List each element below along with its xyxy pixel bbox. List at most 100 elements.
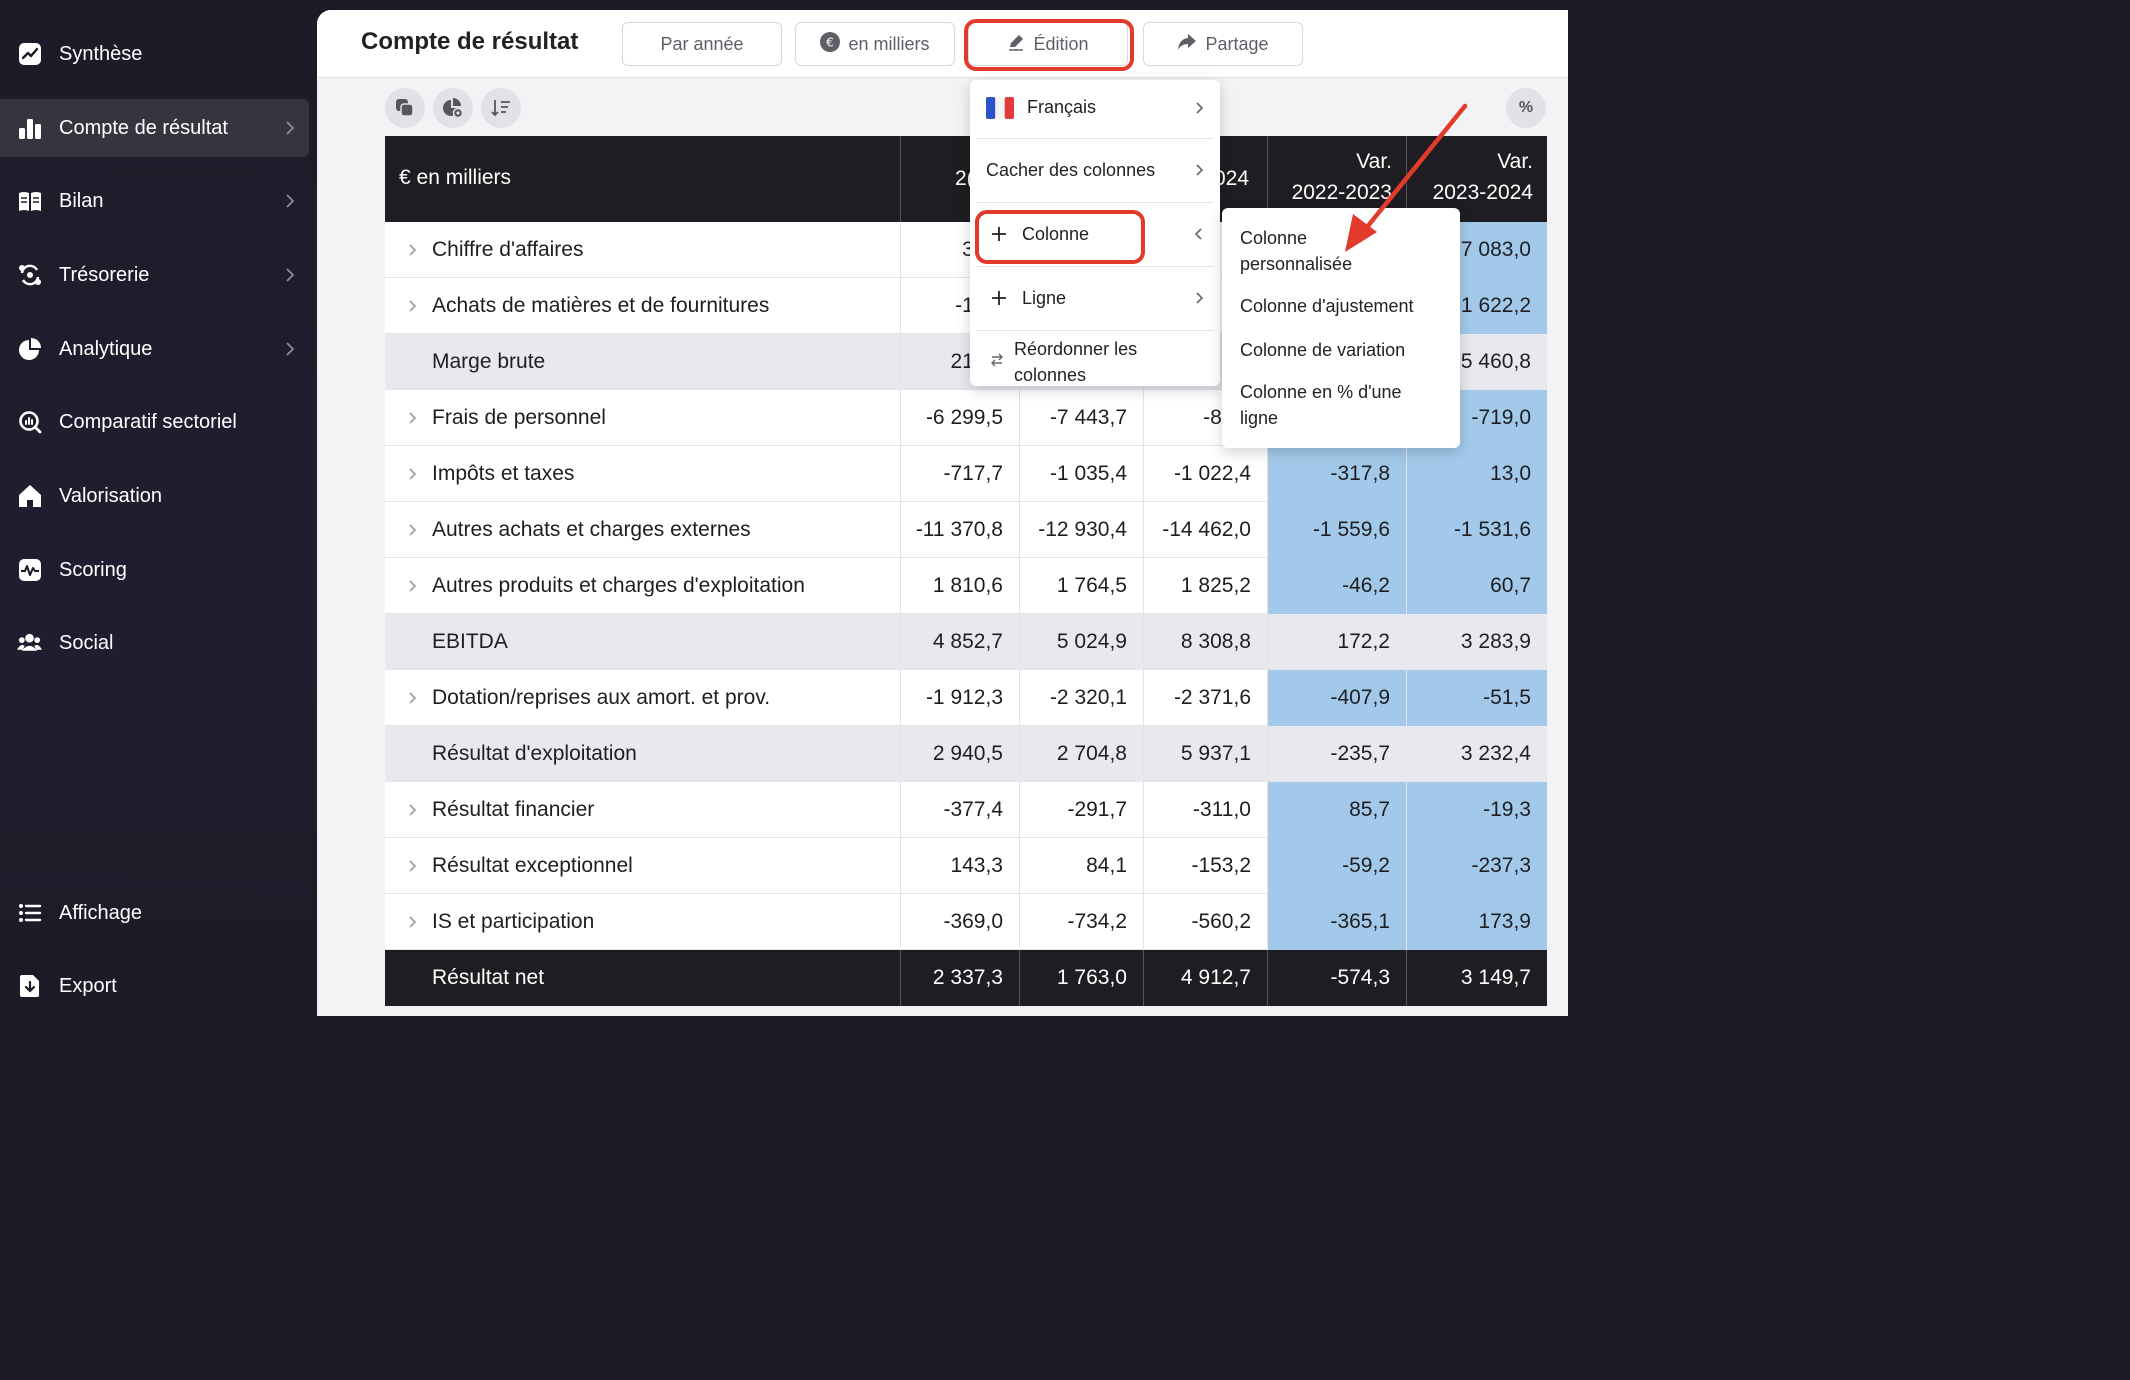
sidebar-item-tresorerie[interactable]: Trésorerie [0, 246, 309, 304]
expand-chevron-icon[interactable] [407, 916, 419, 928]
svg-text:€: € [827, 35, 835, 49]
table-cell: 3 149,7 [1406, 950, 1547, 1006]
row-label: Autres produits et charges d'exploitatio… [432, 574, 805, 597]
percent-toggle-button[interactable]: % [1506, 88, 1546, 128]
table-cell: 13,0 [1406, 446, 1547, 502]
table-row[interactable]: Autres produits et charges d'exploitatio… [385, 558, 1547, 614]
submenu-item-label: Colonne d'ajustement [1240, 296, 1414, 316]
table-cell: -59,2 [1267, 838, 1406, 894]
menu-item-label: Cacher des colonnes [986, 160, 1156, 180]
sort-button[interactable] [481, 88, 521, 128]
share-button[interactable]: Partage [1143, 22, 1303, 66]
book-icon [17, 189, 42, 214]
row-label-cell: Résultat d'exploitation [385, 726, 900, 782]
sidebar-item-export[interactable]: Export [0, 957, 309, 1015]
table-cell: -560,2 [1143, 894, 1267, 950]
submenu-item-percent-column[interactable]: Colonne en % d'une ligne [1240, 379, 1402, 431]
table-row: Résultat d'exploitation 2 940,5 2 704,8 5 9… [385, 726, 1547, 782]
table-cell: 4 852,7 [900, 614, 1019, 670]
table-cell: -291,7 [1019, 782, 1143, 838]
row-label-cell: EBITDA [385, 614, 900, 670]
table-row[interactable]: IS et participation -369,0 -734,2 -560,2 -36… [385, 894, 1547, 950]
row-label: IS et participation [432, 910, 595, 933]
edit-button-highlight [964, 19, 1134, 71]
expand-chevron-icon[interactable] [407, 468, 419, 480]
sort-icon [491, 100, 510, 117]
table-row[interactable]: Autres achats et charges externes -11 370… [385, 502, 1547, 558]
sidebar-item-synthese[interactable]: Synthèse [0, 25, 309, 83]
row-label: Autres achats et charges externes [432, 518, 751, 541]
duplicate-button[interactable] [385, 88, 425, 128]
sidebar-item-comparatif-sectoriel[interactable]: Comparatif sectoriel [0, 393, 309, 451]
table-row[interactable]: Dotation/reprises aux amort. et prov. -1 … [385, 670, 1547, 726]
row-label-cell: Frais de personnel [385, 390, 900, 446]
sidebar-item-label: Comparatif sectoriel [59, 410, 237, 433]
table-row[interactable]: Impôts et taxes -717,7 -1 035,4 -1 022,4 -31… [385, 446, 1547, 502]
table-cell: -153,2 [1143, 838, 1267, 894]
euro-icon: € [820, 31, 841, 57]
table-cell: 3 232,4 [1406, 726, 1547, 782]
sidebar: Synthèse Compte de résultat Bilan Trésor… [0, 0, 317, 1016]
submenu-item-adjustment-column[interactable]: Colonne d'ajustement [1240, 293, 1414, 319]
sidebar-item-compte-de-resultat[interactable]: Compte de résultat [0, 99, 309, 157]
expand-chevron-icon[interactable] [407, 692, 419, 704]
table-cell: 2 337,3 [900, 950, 1019, 1006]
row-label: Résultat d'exploitation [432, 742, 637, 765]
list-icon [17, 901, 42, 926]
expand-chevron-icon[interactable] [407, 524, 419, 536]
expand-chevron-icon[interactable] [407, 412, 419, 424]
table-row[interactable]: Résultat financier -377,4 -291,7 -311,0 85,7… [385, 782, 1547, 838]
sidebar-item-affichage[interactable]: Affichage [0, 884, 309, 942]
table-cell: -51,5 [1406, 670, 1547, 726]
table-cell: 5 937,1 [1143, 726, 1267, 782]
table-row[interactable]: Résultat exceptionnel 143,3 84,1 -153,2 -59,… [385, 838, 1547, 894]
table-cell: -1 531,6 [1406, 502, 1547, 558]
row-label-cell: Résultat net [385, 950, 900, 1006]
chevron-right-icon [286, 268, 295, 282]
row-label: Frais de personnel [432, 406, 606, 429]
table-cell: 5 024,9 [1019, 614, 1143, 670]
table-cell: 2 940,5 [900, 726, 1019, 782]
table-row: Résultat net 2 337,3 1 763,0 4 912,7 -574,3 3… [385, 950, 1547, 1006]
table-cell: 8 308,8 [1143, 614, 1267, 670]
row-label: Résultat net [432, 966, 545, 989]
menu-item-add-row[interactable]: Ligne [970, 267, 1220, 329]
menu-item-language[interactable]: Français [970, 80, 1220, 138]
chevron-right-icon [286, 194, 295, 208]
chart-settings-button[interactable] [433, 88, 473, 128]
main-panel: Compte de résultat Par année € en millie… [317, 10, 1568, 1016]
row-label: Achats de matières et de fournitures [432, 294, 770, 317]
sidebar-item-label: Scoring [59, 558, 127, 581]
table-cell: -1 559,6 [1267, 502, 1406, 558]
expand-chevron-icon[interactable] [407, 300, 419, 312]
sidebar-item-label: Compte de résultat [59, 116, 228, 139]
sidebar-item-social[interactable]: Social [0, 614, 309, 672]
table-cell: 172,2 [1267, 614, 1406, 670]
menu-item-reorder-columns[interactable]: Réordonner les colonnes [970, 331, 1220, 386]
annotation-arrow-icon [1345, 103, 1468, 252]
sidebar-item-label: Trésorerie [59, 263, 150, 286]
sidebar-item-valorisation[interactable]: Valorisation [0, 467, 309, 525]
table-cell: -377,4 [900, 782, 1019, 838]
unit-button[interactable]: € en milliers [795, 22, 955, 66]
expand-chevron-icon[interactable] [407, 860, 419, 872]
sidebar-item-analytique[interactable]: Analytique [0, 320, 309, 378]
chevron-left-icon [1194, 228, 1202, 240]
expand-chevron-icon[interactable] [407, 244, 419, 256]
cash-cycle-icon [17, 263, 42, 288]
expand-chevron-icon[interactable] [407, 804, 419, 816]
table-cell: -19,3 [1406, 782, 1547, 838]
period-button[interactable]: Par année [622, 22, 782, 66]
expand-chevron-icon[interactable] [407, 580, 419, 592]
sidebar-item-scoring[interactable]: Scoring [0, 541, 309, 599]
table-cell: -2 371,6 [1143, 670, 1267, 726]
menu-item-hide-columns[interactable]: Cacher des colonnes [970, 139, 1220, 201]
submenu-item-variation-column[interactable]: Colonne de variation [1240, 337, 1405, 363]
row-label: Marge brute [432, 350, 546, 373]
copy-icon [396, 99, 414, 117]
menu-item-label: Ligne [1022, 288, 1067, 308]
sidebar-item-label: Bilan [59, 189, 104, 212]
pulse-icon [17, 558, 42, 583]
sidebar-item-bilan[interactable]: Bilan [0, 172, 309, 230]
table-cell: -365,1 [1267, 894, 1406, 950]
